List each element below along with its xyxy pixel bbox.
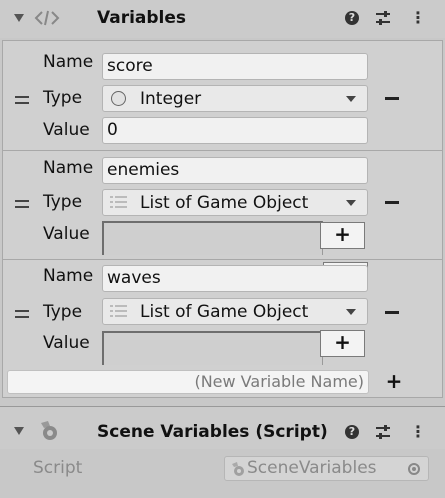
variables-header[interactable]: Variables ? ⋮ <box>0 0 445 38</box>
script-reference-value: SceneVariables <box>247 458 377 478</box>
dropdown-arrow-icon <box>346 309 356 315</box>
component-title: Scene Variables (Script) <box>97 422 328 442</box>
remove-variable-button[interactable] <box>385 97 399 100</box>
kebab-menu-icon[interactable]: ⋮ <box>410 10 426 26</box>
dropdown-arrow-icon <box>346 96 356 102</box>
scene-variables-header[interactable]: Scene Variables (Script) ? ⋮ <box>0 407 445 449</box>
list-value-box <box>102 221 323 255</box>
script-file-icon <box>232 462 244 476</box>
help-icon[interactable]: ? <box>345 11 359 25</box>
remove-variable-button[interactable] <box>385 311 399 314</box>
value-label: Value <box>43 224 90 244</box>
kebab-menu-icon[interactable]: ⋮ <box>410 424 426 440</box>
variable-type-value: List of Game Object <box>140 193 309 213</box>
add-variable-button[interactable]: + <box>375 370 413 394</box>
help-icon[interactable]: ? <box>345 425 359 439</box>
list-type-icon <box>110 196 127 208</box>
name-label: Name <box>43 52 94 72</box>
list-type-icon <box>110 305 127 317</box>
variable-name-field[interactable]: enemies <box>102 157 368 184</box>
foldout-arrow-icon[interactable] <box>14 427 24 435</box>
variable-value-field[interactable]: 0 <box>102 117 368 144</box>
variable-type-value: List of Game Object <box>140 302 309 322</box>
value-label: Value <box>43 120 90 140</box>
dropdown-arrow-icon <box>346 200 356 206</box>
add-list-item-button[interactable]: + <box>320 222 365 249</box>
variable-type-dropdown[interactable]: Integer <box>102 85 368 112</box>
component-title: Variables <box>97 8 187 28</box>
drag-handle-icon[interactable] <box>15 200 29 212</box>
variable-type-dropdown[interactable]: List of Game Object <box>102 189 368 216</box>
sliders-icon[interactable] <box>375 424 391 440</box>
new-variable-name-input[interactable]: (New Variable Name) <box>7 370 369 394</box>
script-label: Script <box>33 458 83 478</box>
type-label: Type <box>43 192 83 212</box>
code-icon <box>34 10 60 26</box>
variable-name-field[interactable]: score <box>102 53 368 80</box>
value-label: Value <box>43 333 90 353</box>
variables-list: Name score Type Integer Value 0 Name ene… <box>2 40 443 398</box>
list-value-box <box>102 331 323 365</box>
variable-name-field[interactable]: waves <box>102 265 368 292</box>
object-picker-icon[interactable] <box>408 463 420 475</box>
name-label: Name <box>43 158 94 178</box>
variable-row: Name enemies Type List of Game Object Va… <box>3 151 442 289</box>
name-label: Name <box>43 266 94 286</box>
type-label: Type <box>43 302 83 322</box>
drag-handle-icon[interactable] <box>15 96 29 108</box>
variable-type-dropdown[interactable]: List of Game Object <box>102 298 368 325</box>
integer-type-icon <box>111 91 126 106</box>
remove-variable-button[interactable] <box>385 201 399 204</box>
add-list-item-button[interactable]: + <box>320 330 365 357</box>
drag-handle-icon[interactable] <box>15 310 29 322</box>
variable-type-value: Integer <box>140 89 202 109</box>
type-label: Type <box>43 88 83 108</box>
foldout-arrow-icon[interactable] <box>14 14 24 22</box>
script-icon <box>41 421 57 440</box>
variable-row: Name waves Type List of Game Object Valu… <box>3 260 442 370</box>
variable-row: Name score Type Integer Value 0 <box>3 41 442 149</box>
script-reference-field[interactable]: SceneVariables <box>224 456 429 481</box>
sliders-icon[interactable] <box>375 10 391 26</box>
